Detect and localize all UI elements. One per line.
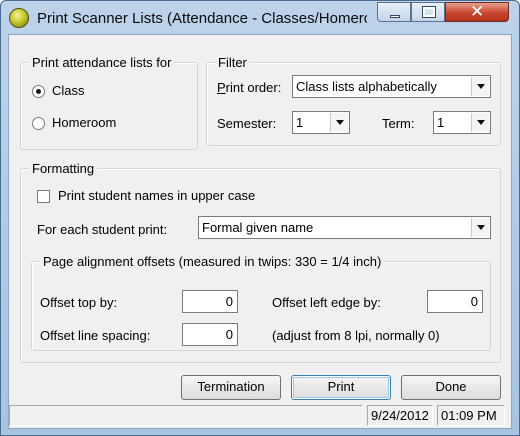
semester-select[interactable]: 1 [292, 111, 350, 134]
offset-top-input[interactable]: 0 [182, 290, 238, 313]
upper-case-label[interactable]: Print student names in upper case [58, 188, 255, 203]
for-each-label: For each student print: [37, 222, 168, 237]
chevron-down-icon [477, 84, 485, 89]
app-icon [9, 8, 29, 28]
page-alignment-group: Page alignment offsets (measured in twip… [31, 254, 491, 351]
chevron-down-icon [477, 120, 485, 125]
offset-left-input[interactable]: 0 [427, 290, 483, 313]
term-label: Term: [382, 116, 415, 131]
filter-group: Filter Print order: Class lists alphabet… [206, 55, 501, 146]
window-title: Print Scanner Lists (Attendance - Classe… [37, 10, 367, 27]
radio-selected-dot [36, 89, 41, 94]
close-button[interactable]: ✕ [445, 2, 509, 22]
print-order-label-text: rint order: [225, 80, 282, 95]
status-bar: 9/24/2012 01:09 PM [9, 405, 511, 427]
chevron-down-icon [477, 225, 485, 230]
maximize-icon [422, 6, 436, 18]
term-value: 1 [437, 115, 445, 130]
chevron-down-icon [336, 120, 344, 125]
formatting-legend: Formatting [29, 161, 98, 176]
done-button[interactable]: Done [401, 375, 501, 400]
semester-dropdown-button[interactable] [330, 113, 348, 132]
offset-line-label: Offset line spacing: [40, 328, 151, 343]
page-alignment-legend: Page alignment offsets (measured in twip… [40, 254, 385, 269]
print-order-label: Print order: [217, 80, 282, 95]
radio-class[interactable] [32, 85, 45, 98]
close-icon: ✕ [470, 2, 485, 21]
attendance-list-legend: Print attendance lists for [29, 55, 175, 70]
offset-line-input[interactable]: 0 [182, 323, 238, 346]
offset-top-label: Offset top by: [40, 295, 118, 310]
minimize-icon [390, 15, 400, 18]
term-dropdown-button[interactable] [471, 113, 489, 132]
radio-homeroom[interactable] [32, 117, 45, 130]
upper-case-checkbox[interactable] [37, 190, 50, 203]
print-order-dropdown-button[interactable] [471, 77, 489, 96]
semester-label: Semester: [217, 116, 277, 131]
title-bar[interactable]: Print Scanner Lists (Attendance - Classe… [1, 1, 519, 35]
maximize-button[interactable] [411, 2, 445, 22]
print-scanner-lists-window: Print Scanner Lists (Attendance - Classe… [0, 0, 520, 436]
print-order-select[interactable]: Class lists alphabetically [292, 75, 491, 98]
attendance-list-group: Print attendance lists for Class Homeroo… [20, 55, 198, 150]
for-each-value: Formal given name [202, 220, 314, 235]
offset-left-label: Offset left edge by: [272, 295, 381, 310]
radio-homeroom-label[interactable]: Homeroom [52, 115, 116, 130]
print-button[interactable]: Print [291, 375, 391, 400]
print-order-value: Class lists alphabetically [296, 79, 437, 94]
formatting-group: Formatting Print student names in upper … [20, 161, 501, 363]
semester-value: 1 [296, 115, 304, 130]
term-select[interactable]: 1 [433, 111, 491, 134]
for-each-student-select[interactable]: Formal given name [198, 216, 491, 239]
status-date: 9/24/2012 [367, 405, 433, 426]
for-each-dropdown-button[interactable] [471, 218, 489, 237]
dialog-body: Print attendance lists for Class Homeroo… [8, 34, 512, 429]
minimize-button[interactable] [377, 2, 411, 22]
offset-line-note: (adjust from 8 lpi, normally 0) [272, 328, 440, 343]
filter-legend: Filter [215, 55, 250, 70]
radio-class-label[interactable]: Class [52, 83, 85, 98]
status-time: 01:09 PM [437, 405, 505, 426]
status-message [9, 405, 363, 426]
termination-button[interactable]: Termination [181, 375, 281, 400]
